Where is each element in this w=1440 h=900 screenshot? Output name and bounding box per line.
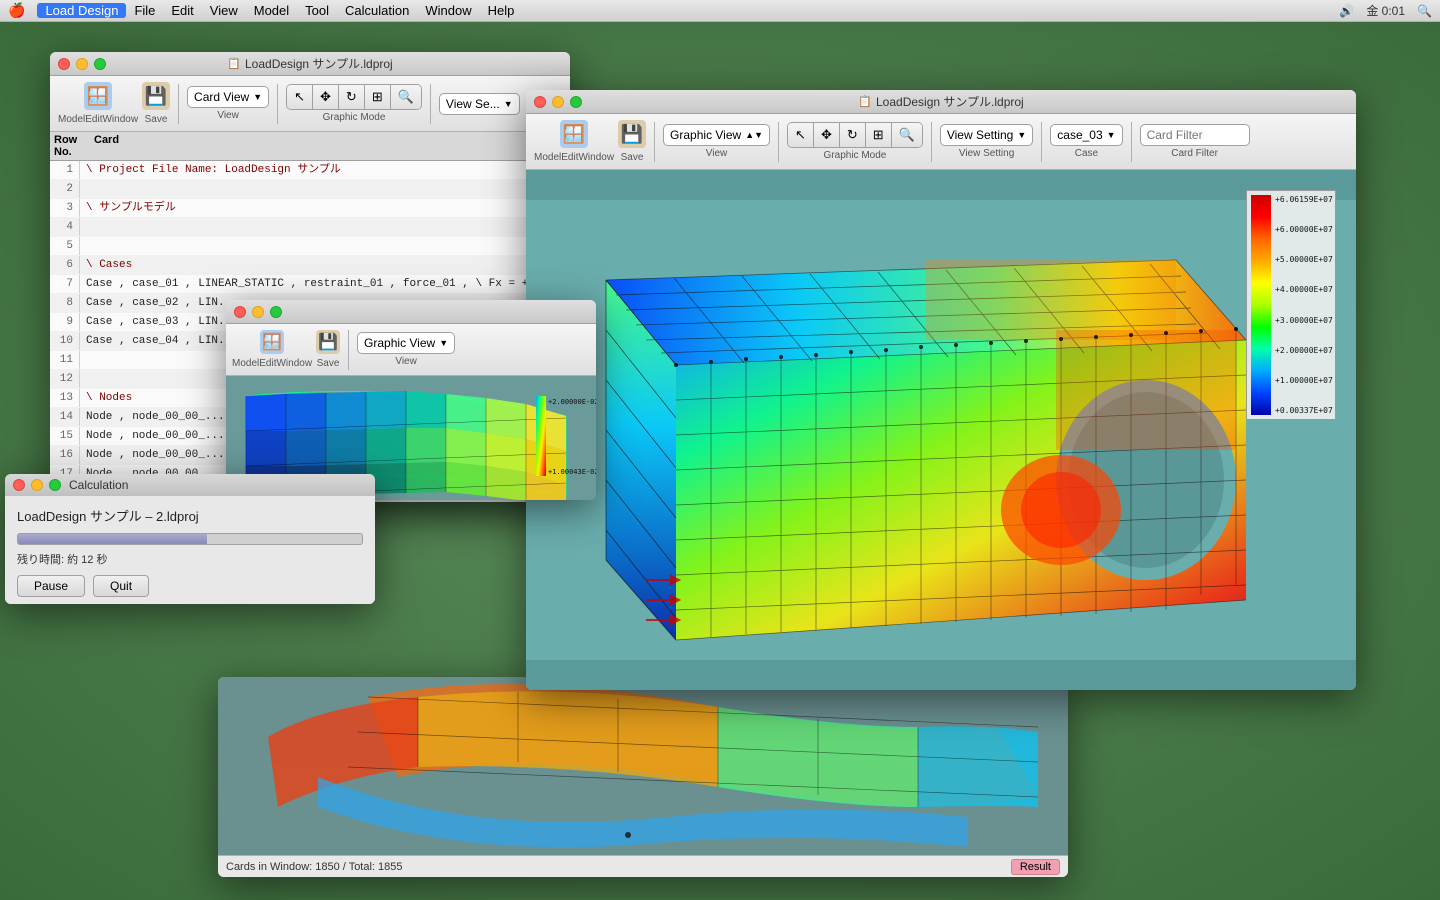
close-button[interactable] (58, 58, 70, 70)
calc-buttons: Pause Quit (17, 575, 363, 597)
calc-close-button[interactable] (13, 479, 25, 491)
menu-load-design[interactable]: Load Design (37, 3, 126, 18)
table-row: 3 \ サンプルモデル (50, 199, 570, 218)
maximize-button[interactable] (94, 58, 106, 70)
second-result-button[interactable]: Result (1011, 859, 1060, 875)
calc-minimize-button[interactable] (31, 479, 43, 491)
gv-pan-btn[interactable]: ✥ (814, 123, 840, 147)
calc-dialog-title: Calculation (69, 478, 128, 492)
table-row: 6 \ Cases (50, 256, 570, 275)
table-row: 5 (50, 237, 570, 256)
graphic-view-titlebar: 📋 LoadDesign サンプル.ldproj (526, 90, 1356, 114)
second-cards-text: Cards in Window: 1850 / Total: 1855 (226, 861, 403, 873)
search-icon[interactable]: 🔍 (1417, 4, 1432, 18)
small-gv-titlebar (226, 300, 596, 324)
apple-menu[interactable]: 🍎 (8, 2, 25, 19)
card-view-dropdown[interactable]: Card View ▼ (187, 86, 269, 108)
quit-button[interactable]: Quit (93, 575, 149, 597)
second-status-bar: Cards in Window: 1850 / Total: 1855 Resu… (218, 855, 1068, 877)
calc-maximize-button[interactable] (49, 479, 61, 491)
volume-icon[interactable]: 🔊 (1339, 4, 1354, 18)
calc-titlebar: Calculation (5, 474, 375, 496)
table-row: 1 \ Project File Name: LoadDesign サンプル (50, 161, 570, 180)
menu-time: 金 0:01 (1366, 2, 1405, 19)
menu-tool[interactable]: Tool (297, 3, 337, 18)
card-view-toolbar: 🪟 ModelEditWindow 💾 Save Card View ▼ Vie… (50, 76, 570, 132)
calc-body: LoadDesign サンプル – 2.ldproj 残り時間: 約 12 秒 … (5, 496, 375, 604)
view-setting-dropdown[interactable]: View Se... ▼ (439, 93, 520, 115)
gv-save-btn[interactable]: 💾 Save (618, 120, 646, 163)
small-gv-toolbar: 🪟 ModelEditWindow 💾 Save Graphic View ▼ … (226, 324, 596, 376)
table-row: 4 (50, 218, 570, 237)
view-setting-btn[interactable]: View Setting ▼ (940, 124, 1033, 146)
progress-bar-fill (18, 534, 207, 544)
menu-edit[interactable]: Edit (163, 3, 201, 18)
sgv-close-button[interactable] (234, 306, 246, 318)
svg-text:+2.00000E-02: +2.00000E-02 (548, 398, 596, 406)
gv-zoom-btn[interactable]: 🔍 (892, 123, 922, 147)
sgv-maximize-button[interactable] (270, 306, 282, 318)
second-viewport[interactable] (218, 677, 1068, 855)
card-table-header: Row No. Card (50, 132, 570, 161)
minimize-button[interactable] (76, 58, 88, 70)
gv-graphic-mode-buttons[interactable]: ↖ ✥ ↻ ⊞ 🔍 (787, 122, 923, 148)
menu-help[interactable]: Help (480, 3, 523, 18)
zoom-btn[interactable]: 🔍 (391, 85, 421, 109)
calculation-dialog: Calculation LoadDesign サンプル – 2.ldproj 残… (5, 474, 375, 604)
sgv-model-edit-btn[interactable]: 🪟 ModelEditWindow (232, 330, 312, 369)
gv-fit-btn[interactable]: ⊞ (866, 123, 892, 147)
small-graphic-window: 🪟 ModelEditWindow 💾 Save Graphic View ▼ … (226, 300, 596, 500)
card-filter-input[interactable] (1140, 124, 1250, 146)
gv-model-edit-btn[interactable]: 🪟 ModelEditWindow (534, 120, 614, 163)
menu-file[interactable]: File (126, 3, 163, 18)
graphic-mode-buttons[interactable]: ↖ ✥ ↻ ⊞ 🔍 (286, 84, 422, 110)
menubar: 🍎 Load Design File Edit View Model Tool … (0, 0, 1440, 22)
card-view-title: 📋 LoadDesign サンプル.ldproj (227, 55, 392, 72)
menu-model[interactable]: Model (246, 3, 297, 18)
gv-rotate-btn[interactable]: ↻ (840, 123, 866, 147)
graphic-viewport[interactable]: +6.06159E+07 +6.00000E+07 +5.00000E+07 +… (526, 170, 1356, 690)
select-btn[interactable]: ↖ (287, 85, 313, 109)
menu-window[interactable]: Window (417, 3, 479, 18)
graphic-view-title: 📋 LoadDesign サンプル.ldproj (858, 93, 1023, 110)
calc-time-remaining: 残り時間: 約 12 秒 (17, 551, 363, 567)
graphic-view-toolbar: 🪟 ModelEditWindow 💾 Save Graphic View ▲▼… (526, 114, 1356, 170)
progress-bar-container (17, 533, 363, 545)
save-btn[interactable]: 💾 Save (142, 82, 170, 125)
gv-close-button[interactable] (534, 96, 546, 108)
model-edit-window-btn[interactable]: 🪟 ModelEditWindow (58, 82, 138, 125)
table-row: 2 (50, 180, 570, 199)
table-row: 7 Case , case_01 , LINEAR_STATIC , restr… (50, 275, 570, 294)
sgv-save-btn[interactable]: 💾 Save (316, 330, 340, 369)
color-legend: +6.06159E+07 +6.00000E+07 +5.00000E+07 +… (1246, 190, 1336, 420)
menu-calculation[interactable]: Calculation (337, 3, 417, 18)
calc-project-name: LoadDesign サンプル – 2.ldproj (17, 506, 363, 525)
sgv-view-dropdown[interactable]: Graphic View ▼ (357, 332, 455, 354)
svg-text:+1.00043E-02: +1.00043E-02 (548, 468, 596, 476)
pause-button[interactable]: Pause (17, 575, 85, 597)
card-view-titlebar: 📋 LoadDesign サンプル.ldproj (50, 52, 570, 76)
menu-view[interactable]: View (202, 3, 246, 18)
gv-select-btn[interactable]: ↖ (788, 123, 814, 147)
second-mesh (218, 677, 1068, 855)
fit-btn[interactable]: ⊞ (365, 85, 391, 109)
gv-minimize-button[interactable] (552, 96, 564, 108)
case-dropdown[interactable]: case_03 ▼ (1050, 124, 1122, 146)
sgv-minimize-button[interactable] (252, 306, 264, 318)
gv-view-dropdown[interactable]: Graphic View ▲▼ (663, 124, 770, 146)
rotate-btn[interactable]: ↻ (339, 85, 365, 109)
pan-btn[interactable]: ✥ (313, 85, 339, 109)
gv-maximize-button[interactable] (570, 96, 582, 108)
graphic-view-window: 📋 LoadDesign サンプル.ldproj 🪟 ModelEditWind… (526, 90, 1356, 690)
second-graphic-window: Cards in Window: 1850 / Total: 1855 Resu… (218, 677, 1068, 877)
fea-mesh (526, 170, 1356, 690)
